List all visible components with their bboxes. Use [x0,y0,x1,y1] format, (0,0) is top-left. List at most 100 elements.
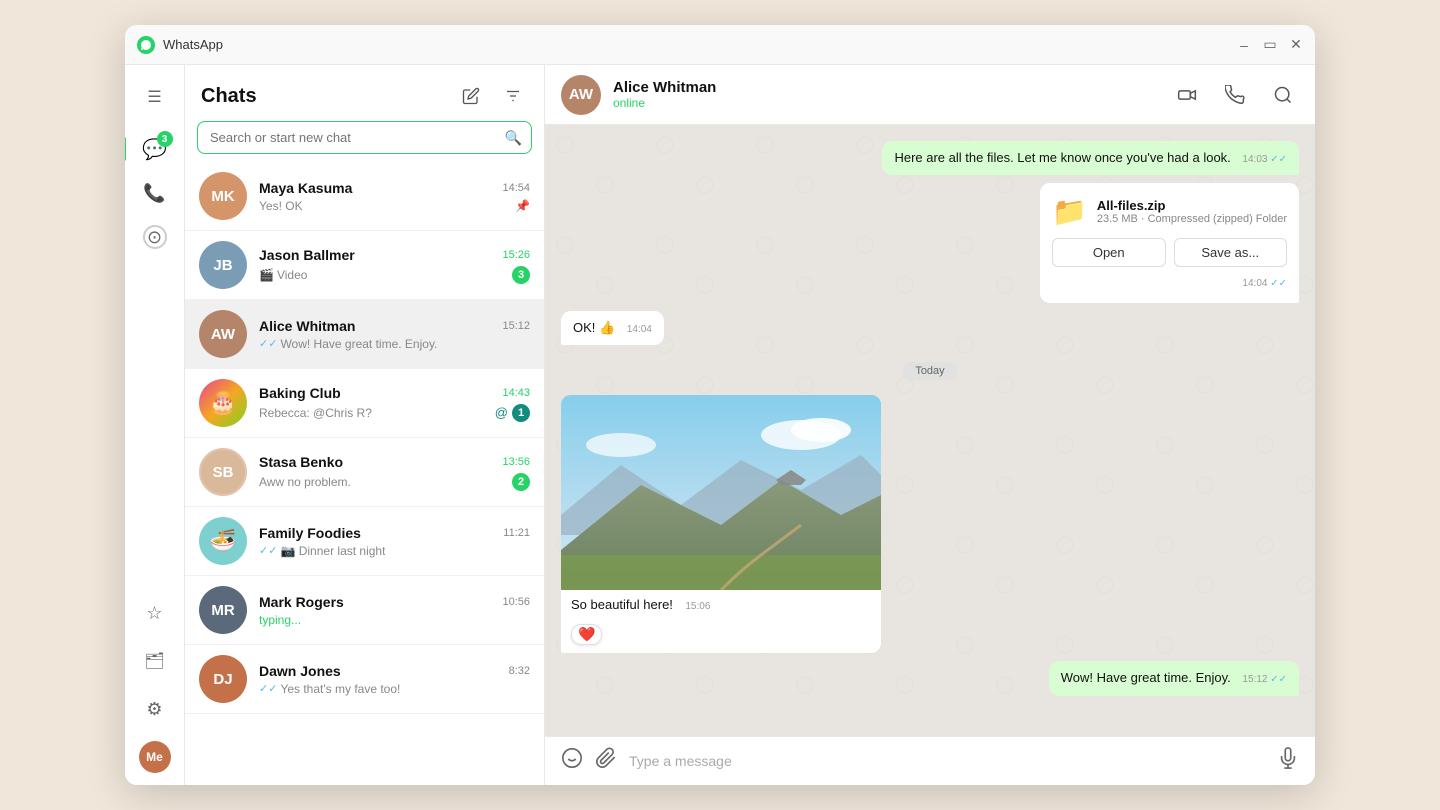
chat-item-alice[interactable]: AW Alice Whitman 15:12 ✓✓ Wow! Have grea… [185,300,544,369]
image-caption: So beautiful here! [571,597,673,612]
message-time-ok: 14:04 [627,323,652,337]
message-time-enjoy: 15:12 ✓✓ [1242,673,1287,687]
chat-header-info: Alice Whitman online [613,79,1171,110]
minimize-button[interactable]: – [1237,38,1251,52]
reaction-badge[interactable]: ❤️ [571,624,602,645]
star-icon: ☆ [146,603,162,624]
file-name: All-files.zip [1097,198,1287,213]
message-text: Here are all the files. Let me know once… [894,150,1230,165]
chat-list-actions [456,81,528,111]
date-divider: Today [561,361,1299,379]
pin-icon-maya: 📌 [515,199,530,213]
chat-item-jason[interactable]: JB Jason Ballmer 15:26 🎬 Video 3 [185,231,544,300]
chat-list-header: Chats [185,65,544,121]
calls-icon: 📞 [143,183,165,204]
avatar-family: 🍜 [199,517,247,565]
chat-item-baking[interactable]: 🎂 Baking Club 14:43 Rebecca: @Chris R? @… [185,369,544,438]
chat-preview-stasa: Aww no problem. [259,475,351,489]
search-chat-button[interactable] [1267,79,1299,111]
close-button[interactable]: ✕ [1289,38,1303,52]
microphone-button[interactable] [1277,747,1299,775]
file-details: All-files.zip 23.5 MB · Compressed (zipp… [1097,198,1287,225]
avatar-stasa: SB [199,448,247,496]
message-time: 14:03 ✓✓ [1242,153,1287,167]
status-icon: ⊙ [143,225,167,249]
avatar-baking: 🎂 [199,379,247,427]
image-bubble[interactable]: So beautiful here! 15:06 ❤️ [561,395,881,653]
sidebar-item-calls[interactable]: 📞 [135,173,175,213]
search-input[interactable] [197,121,532,154]
chat-header-status: online [613,96,1171,110]
app-body: ☰ 💬 3 📞 ⊙ ☆ 🗂 ⚙ [125,65,1315,785]
chat-preview-alice: ✓✓ Wow! Have great time. Enjoy. [259,337,437,351]
chat-time-family: 11:21 [503,527,530,539]
chat-name-maya: Maya Kasuma [259,180,352,196]
chat-preview-dawn: ✓✓ Yes that's my fave too! [259,682,400,696]
avatar-jason: JB [199,241,247,289]
chat-preview-jason: 🎬 Video [259,268,307,282]
app-window: WhatsApp – ▭ ✕ ☰ 💬 3 📞 ⊙ ☆ [125,25,1315,785]
chat-info-alice: Alice Whitman 15:12 ✓✓ Wow! Have great t… [259,318,530,351]
file-meta: 23.5 MB · Compressed (zipped) Folder [1097,213,1287,225]
attach-button[interactable] [595,747,617,775]
chat-info-maya: Maya Kasuma 14:54 Yes! OK 📌 [259,180,530,213]
image-caption-area: So beautiful here! 15:06 [561,590,881,618]
maximize-button[interactable]: ▭ [1263,38,1277,52]
new-chat-button[interactable] [456,81,486,111]
chat-item-maya[interactable]: MK Maya Kasuma 14:54 Yes! OK 📌 [185,162,544,231]
file-inner: 📁 All-files.zip 23.5 MB · Compressed (zi… [1052,195,1287,228]
badge-jason: 3 [512,266,530,284]
sidebar-item-chats[interactable]: 💬 3 [135,129,175,169]
video-call-button[interactable] [1171,79,1203,111]
chat-item-mark[interactable]: MR Mark Rogers 10:56 typing... [185,576,544,645]
file-bubble: 📁 All-files.zip 23.5 MB · Compressed (zi… [1040,183,1299,303]
chat-name-stasa: Stasa Benko [259,454,343,470]
chat-info-baking: Baking Club 14:43 Rebecca: @Chris R? @ 1 [259,385,530,422]
avatar-alice: AW [199,310,247,358]
chat-name-mark: Mark Rogers [259,594,344,610]
chat-preview-mark: typing... [259,613,301,627]
menu-icon: ☰ [147,87,161,107]
open-file-button[interactable]: Open [1052,238,1166,267]
chat-input-area [545,736,1315,785]
chat-name-jason: Jason Ballmer [259,247,355,263]
sidebar-item-starred[interactable]: ☆ [135,593,175,633]
message-sent-enjoy: Wow! Have great time. Enjoy. 15:12 ✓✓ [1049,661,1299,695]
chat-main: AW Alice Whitman online [545,65,1315,785]
image-preview [561,395,881,590]
phone-call-button[interactable] [1219,79,1251,111]
search-icon: 🔍 [505,129,522,146]
chat-info-dawn: Dawn Jones 8:32 ✓✓ Yes that's my fave to… [259,663,530,696]
chat-item-family[interactable]: 🍜 Family Foodies 11:21 ✓✓ 📷 Dinner last … [185,507,544,576]
chat-name-alice: Alice Whitman [259,318,355,334]
chat-header-name: Alice Whitman [613,79,1171,96]
chat-info-stasa: Stasa Benko 13:56 Aww no problem. 2 [259,454,530,491]
sidebar-item-status[interactable]: ⊙ [135,217,175,257]
message-text-enjoy: Wow! Have great time. Enjoy. [1061,670,1231,685]
chat-time-maya: 14:54 [502,182,530,194]
date-label: Today [903,362,956,380]
avatar-mark: MR [199,586,247,634]
chat-item-stasa[interactable]: SB Stasa Benko 13:56 Aww no problem. 2 [185,438,544,507]
sidebar-item-menu[interactable]: ☰ [135,77,175,117]
sidebar-item-archived[interactable]: 🗂 [135,641,175,681]
emoji-button[interactable] [561,747,583,775]
badge-stasa: 2 [512,473,530,491]
file-time: 14:04 ✓✓ [1242,278,1287,289]
save-as-button[interactable]: Save as... [1174,238,1288,267]
chat-item-dawn[interactable]: DJ Dawn Jones 8:32 ✓✓ Yes that's my fave… [185,645,544,714]
filter-button[interactable] [498,81,528,111]
message-input[interactable] [629,753,1265,769]
chat-header-avatar[interactable]: AW [561,75,601,115]
chat-time-mark: 10:56 [502,596,530,608]
sidebar-item-settings[interactable]: ⚙ [135,689,175,729]
avatar-maya: MK [199,172,247,220]
user-avatar[interactable]: Me [139,741,171,773]
archive-icon: 🗂 [144,651,164,671]
chat-time-dawn: 8:32 [509,665,530,677]
chat-preview-baking: Rebecca: @Chris R? [259,406,372,420]
chat-time-alice: 15:12 [502,320,530,332]
window-controls: – ▭ ✕ [1237,38,1303,52]
image-time: 15:06 [685,601,710,612]
nav-sidebar: ☰ 💬 3 📞 ⊙ ☆ 🗂 ⚙ [125,65,185,785]
